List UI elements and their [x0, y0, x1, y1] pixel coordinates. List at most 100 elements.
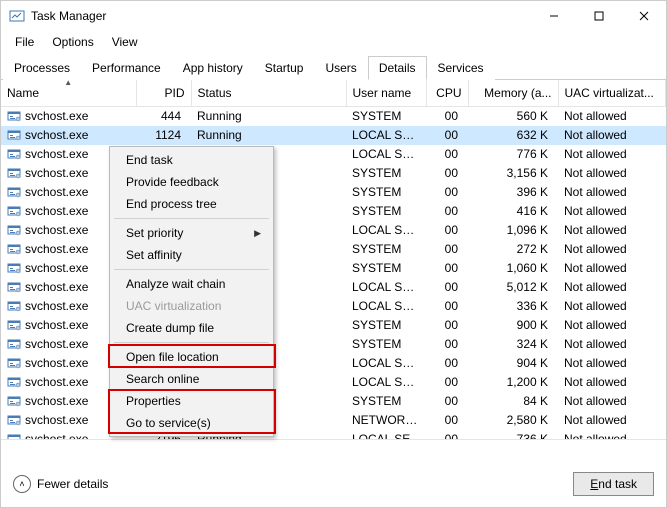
process-memory: 84 K [468, 392, 558, 411]
process-icon [7, 129, 21, 141]
process-memory: 3,156 K [468, 164, 558, 183]
process-icon [7, 110, 21, 122]
process-cpu: 00 [426, 259, 468, 278]
process-icon [7, 224, 21, 236]
process-name: svchost.exe [25, 166, 88, 180]
column-header-cpu[interactable]: CPU [426, 80, 468, 107]
context-separator [114, 342, 269, 343]
process-memory: 900 K [468, 316, 558, 335]
process-cpu: 00 [426, 335, 468, 354]
window-title: Task Manager [31, 9, 106, 23]
tab-app-history[interactable]: App history [172, 56, 254, 80]
context-open-file-location[interactable]: Open file location [112, 346, 271, 368]
process-cpu: 00 [426, 354, 468, 373]
context-analyze-wait-chain[interactable]: Analyze wait chain [112, 273, 271, 295]
tab-details[interactable]: Details [368, 56, 427, 80]
end-task-button[interactable]: End task [573, 472, 654, 496]
table-row[interactable]: svchost.exeLOCAL SE...00904 KNot allowed [1, 354, 666, 373]
process-user: SYSTEM [346, 392, 426, 411]
close-button[interactable] [621, 1, 666, 31]
menu-options[interactable]: Options [44, 33, 101, 51]
process-user: SYSTEM [346, 107, 426, 126]
table-row[interactable]: svchost.exeSYSTEM00396 KNot allowed [1, 183, 666, 202]
process-cpu: 00 [426, 183, 468, 202]
process-uac: Not allowed [558, 183, 666, 202]
process-name: svchost.exe [25, 128, 88, 142]
table-row[interactable]: svchost.exeSYSTEM00272 KNot allowed [1, 240, 666, 259]
minimize-button[interactable] [531, 1, 576, 31]
table-row[interactable]: svchost.exeSYSTEM00324 KNot allowed [1, 335, 666, 354]
process-name: svchost.exe [25, 356, 88, 370]
process-memory: 336 K [468, 297, 558, 316]
process-memory: 416 K [468, 202, 558, 221]
context-set-priority[interactable]: Set priority ▶ [112, 222, 271, 244]
context-create-dump-file[interactable]: Create dump file [112, 317, 271, 339]
process-icon [7, 338, 21, 350]
process-status: Running [191, 126, 346, 145]
table-row[interactable]: svchost.exeSYSTEM0084 KNot allowed [1, 392, 666, 411]
process-icon [7, 205, 21, 217]
process-user: SYSTEM [346, 164, 426, 183]
column-header-name[interactable]: ▲ Name [1, 80, 136, 107]
table-row[interactable]: svchost.exeSYSTEM003,156 KNot allowed [1, 164, 666, 183]
context-end-task[interactable]: End task [112, 149, 271, 171]
tab-startup[interactable]: Startup [254, 56, 315, 80]
process-pid: 1124 [136, 126, 191, 145]
table-row[interactable]: svchost.exe1124RunningLOCAL SE...00632 K… [1, 126, 666, 145]
process-uac: Not allowed [558, 316, 666, 335]
process-user: SYSTEM [346, 316, 426, 335]
process-user: LOCAL SE... [346, 373, 426, 392]
column-header-uac[interactable]: UAC virtualizat... [558, 80, 666, 107]
table-row[interactable]: svchost.exeLOCAL SE...00336 KNot allowed [1, 297, 666, 316]
table-row[interactable]: svchost.exeSYSTEM00900 KNot allowed [1, 316, 666, 335]
table-row[interactable]: svchost.exe444RunningSYSTEM00560 KNot al… [1, 107, 666, 126]
process-memory: 5,012 K [468, 278, 558, 297]
table-row[interactable]: svchost.exeSYSTEM00416 KNot allowed [1, 202, 666, 221]
process-cpu: 00 [426, 278, 468, 297]
maximize-button[interactable] [576, 1, 621, 31]
menu-view[interactable]: View [104, 33, 146, 51]
table-row[interactable]: svchost.exeSYSTEM001,060 KNot allowed [1, 259, 666, 278]
process-memory: 632 K [468, 126, 558, 145]
table-row[interactable]: svchost.exeLOCAL SE...001,096 KNot allow… [1, 221, 666, 240]
table-row[interactable]: svchost.exeLOCAL SE...00776 KNot allowed [1, 145, 666, 164]
tab-users[interactable]: Users [314, 56, 367, 80]
task-manager-icon [9, 8, 25, 24]
table-row[interactable]: svchost.exe2196RunningLOCAL SE00736 KNot… [1, 430, 666, 441]
process-name: svchost.exe [25, 109, 88, 123]
process-icon [7, 414, 21, 426]
process-name: svchost.exe [25, 413, 88, 427]
context-provide-feedback[interactable]: Provide feedback [112, 171, 271, 193]
tabs: Processes Performance App history Startu… [1, 55, 666, 80]
process-user: LOCAL SE [346, 430, 426, 441]
process-icon [7, 148, 21, 160]
process-name: svchost.exe [25, 147, 88, 161]
column-header-memory[interactable]: Memory (a... [468, 80, 558, 107]
column-header-status[interactable]: Status [191, 80, 346, 107]
process-name: svchost.exe [25, 337, 88, 351]
context-go-to-services[interactable]: Go to service(s) [112, 412, 271, 434]
context-set-affinity[interactable]: Set affinity [112, 244, 271, 266]
process-cpu: 00 [426, 373, 468, 392]
column-header-pid[interactable]: PID [136, 80, 191, 107]
menu-file[interactable]: File [7, 33, 42, 51]
column-header-user[interactable]: User name [346, 80, 426, 107]
table-row[interactable]: svchost.exeLOCAL SE...001,200 KNot allow… [1, 373, 666, 392]
tab-performance[interactable]: Performance [81, 56, 172, 80]
table-row[interactable]: svchost.exeLOCAL SE...005,012 KNot allow… [1, 278, 666, 297]
context-search-online[interactable]: Search online [112, 368, 271, 390]
process-uac: Not allowed [558, 221, 666, 240]
process-cpu: 00 [426, 316, 468, 335]
process-uac: Not allowed [558, 373, 666, 392]
context-properties[interactable]: Properties [112, 390, 271, 412]
process-status: Running [191, 107, 346, 126]
process-icon [7, 395, 21, 407]
context-menu: End task Provide feedback End process tr… [109, 146, 274, 437]
context-end-process-tree[interactable]: End process tree [112, 193, 271, 215]
tab-processes[interactable]: Processes [3, 56, 81, 80]
table-row[interactable]: svchost.exe1952RunningNETWORK...002,580 … [1, 411, 666, 430]
process-cpu: 00 [426, 202, 468, 221]
chevron-up-icon: ˄ [13, 475, 31, 493]
tab-services[interactable]: Services [427, 56, 495, 80]
fewer-details-button[interactable]: ˄ Fewer details [13, 475, 108, 493]
